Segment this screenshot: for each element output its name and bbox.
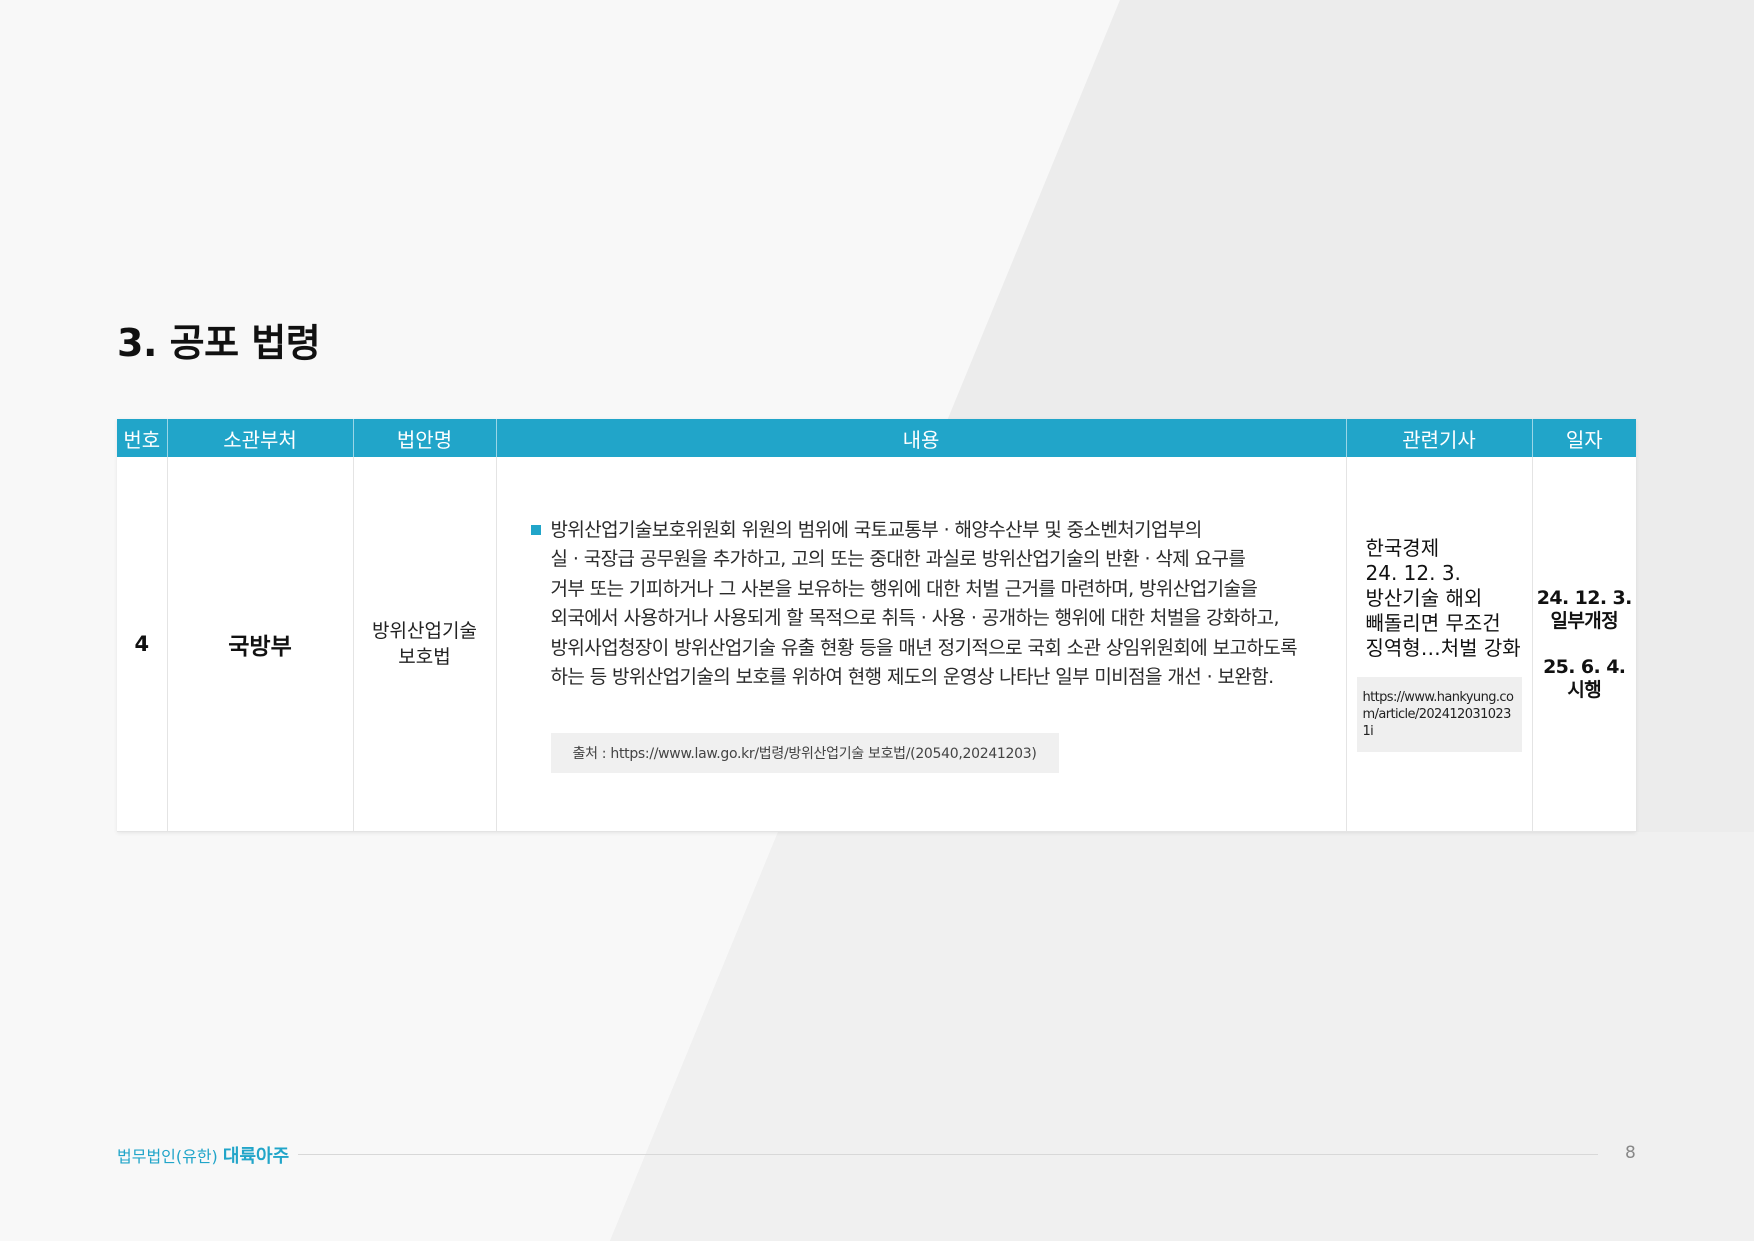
article-line: 24. 12. 3. — [1365, 561, 1461, 585]
article-line: 방산기술 해외 — [1365, 586, 1483, 610]
article-line: 한국경제 — [1365, 536, 1440, 560]
date-spacer — [1533, 633, 1637, 656]
header-content: 내용 — [496, 419, 1347, 457]
article-link[interactable]: https://www.hankyung.com/article/2024120… — [1356, 677, 1522, 752]
page-number: 8 — [1625, 1143, 1636, 1163]
header-number: 번호 — [117, 419, 168, 457]
article-summary: 한국경제 24. 12. 3. 방산기술 해외 빼돌리면 무조건 징역형…처벌 … — [1357, 536, 1522, 661]
promulgated-laws-table: 번호 소관부처 법안명 내용 관련기사 일자 4 국방부 방위산업기술 보호법 — [117, 419, 1636, 832]
row-law-name: 방위산업기술 보호법 — [353, 457, 497, 832]
section-title: 3. 공포 법령 — [117, 321, 321, 365]
law-name-line: 보호법 — [398, 646, 451, 668]
article-line: 빼돌리면 무조건 — [1365, 611, 1501, 635]
brand-name: 대륙아주 — [222, 1146, 290, 1167]
law-name-line: 방위산업기술 — [372, 620, 477, 642]
row-number: 4 — [117, 457, 168, 832]
content-line: 실 · 국장급 공무원을 추가하고, 고의 또는 중대한 과실로 방위산업기술의… — [550, 548, 1246, 570]
footer-brand: 법무법인(유한) 대륙아주 — [117, 1142, 289, 1168]
row-date: 24. 12. 3. 일부개정 25. 6. 4. 시행 — [1532, 457, 1636, 832]
amended-label: 일부개정 — [1550, 609, 1619, 632]
content-line: 외국에서 사용하거나 사용되게 할 목적으로 취득 · 사용 · 공개하는 행위… — [550, 607, 1280, 629]
content-line: 거부 또는 기피하거나 그 사본을 보유하는 행위에 대한 처벌 근거를 마련하… — [550, 577, 1258, 600]
brand-prefix: 법무법인(유한) — [117, 1147, 218, 1166]
table-header-row: 번호 소관부처 법안명 내용 관련기사 일자 — [117, 419, 1636, 457]
content-line: 방위사업청장이 방위산업기술 유출 현황 등을 매년 정기적으로 국회 소관 상… — [550, 636, 1298, 659]
header-ministry: 소관부처 — [167, 419, 354, 457]
row-ministry: 국방부 — [167, 457, 354, 832]
content-bullet: 방위산업기술보호위원회 위원의 범위에 국토교통부 · 해양수산부 및 중소벤처… — [530, 516, 1320, 693]
source-citation: 출처 : https://www.law.go.kr/법령/방위산업기술 보호법… — [550, 732, 1059, 773]
table-row: 4 국방부 방위산업기술 보호법 방위산업기술보호위원회 위원의 범위에 국토교… — [117, 457, 1636, 832]
square-bullet-icon — [530, 524, 541, 535]
row-related-article: 한국경제 24. 12. 3. 방산기술 해외 빼돌리면 무조건 징역형…처벌 … — [1346, 457, 1533, 832]
article-line: 징역형…처벌 강화 — [1365, 636, 1521, 660]
content-line: 방위산업기술보호위원회 위원의 범위에 국토교통부 · 해양수산부 및 중소벤처… — [550, 518, 1203, 541]
row-content: 방위산업기술보호위원회 위원의 범위에 국토교통부 · 해양수산부 및 중소벤처… — [496, 457, 1347, 832]
content-line: 하는 등 방위산업기술의 보호를 위하여 현행 제도의 운영상 나타난 일부 미… — [550, 666, 1275, 688]
footer-divider — [298, 1154, 1598, 1155]
content-text: 방위산업기술보호위원회 위원의 범위에 국토교통부 · 해양수산부 및 중소벤처… — [551, 516, 1320, 693]
header-related-article: 관련기사 — [1346, 419, 1533, 457]
amended-date: 24. 12. 3. — [1536, 586, 1633, 609]
header-date: 일자 — [1532, 419, 1636, 457]
header-law-name: 법안명 — [353, 419, 497, 457]
effective-date: 25. 6. 4. — [1543, 655, 1626, 678]
effective-label: 시행 — [1567, 678, 1602, 701]
